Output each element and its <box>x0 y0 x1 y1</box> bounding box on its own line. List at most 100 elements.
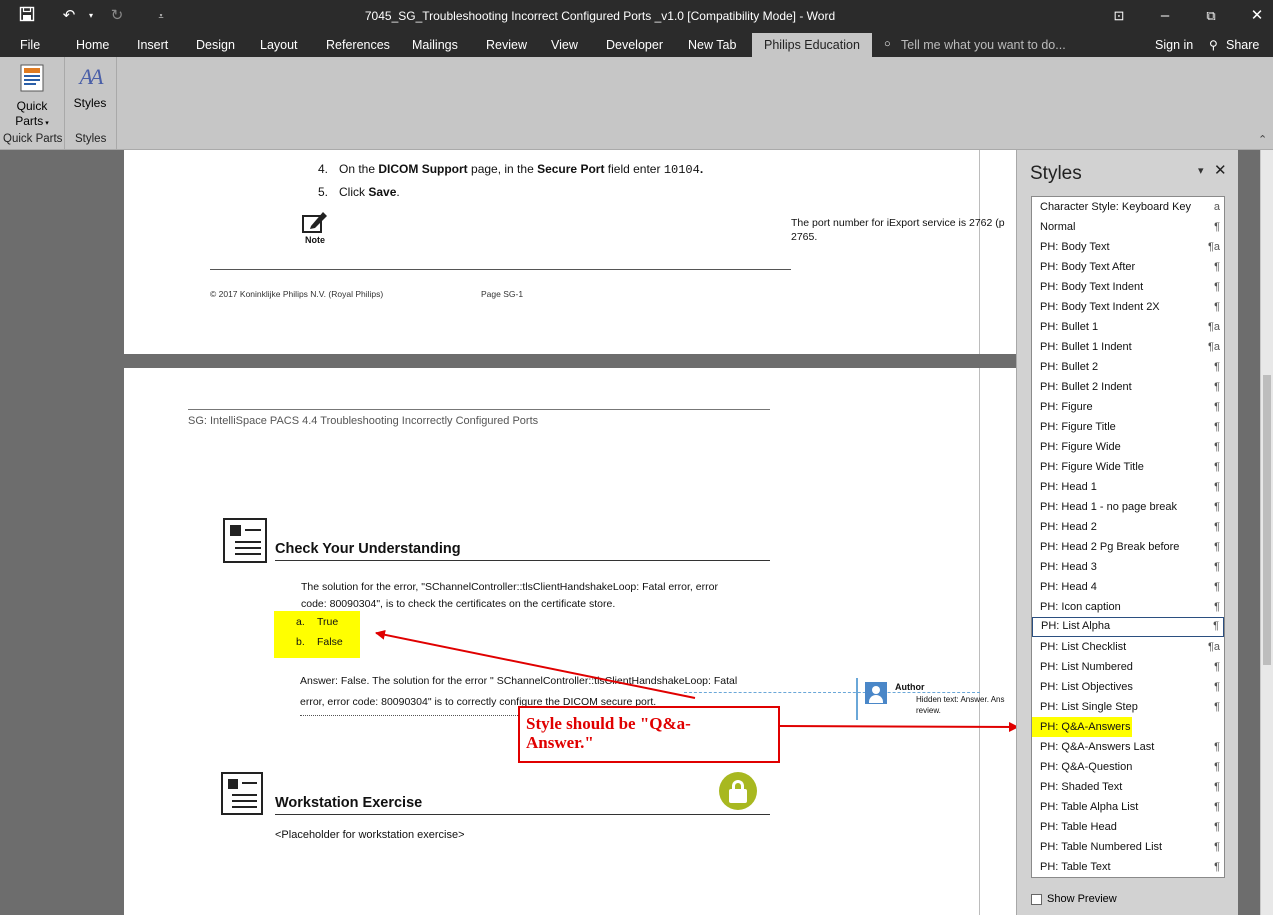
style-item[interactable]: PH: Icon caption ¶ <box>1032 597 1224 617</box>
style-item[interactable]: PH: Bullet 1 Indent ¶a <box>1032 337 1224 357</box>
tab-home[interactable]: Home <box>76 38 109 52</box>
paragraph-style-icon: ¶ <box>1214 861 1220 873</box>
sign-in-link[interactable]: Sign in <box>1155 38 1193 52</box>
style-item[interactable]: PH: Bullet 2 Indent ¶ <box>1032 377 1224 397</box>
style-item[interactable]: PH: Figure Wide ¶ <box>1032 437 1224 457</box>
style-item[interactable]: PH: Shaded Text ¶ <box>1032 777 1224 797</box>
style-item[interactable]: PH: Table Numbered List ¶ <box>1032 837 1224 857</box>
tab-file[interactable]: File <box>20 38 40 52</box>
group-label-quick-parts: Quick Parts <box>3 133 63 145</box>
style-item[interactable]: PH: List Single Step ¶ <box>1032 697 1224 717</box>
style-item[interactable]: PH: Head 1 - no page break ¶ <box>1032 497 1224 517</box>
paragraph-style-icon: ¶ <box>1214 221 1220 233</box>
style-item[interactable]: PH: Q&A-Answers Last ¶ <box>1032 737 1224 757</box>
user-icon: ⚲ <box>1209 38 1218 52</box>
group-divider <box>116 57 117 150</box>
tab-references[interactable]: References <box>326 38 390 52</box>
style-item-label: PH: Head 2 Pg Break before <box>1040 541 1180 553</box>
style-item[interactable]: PH: Figure ¶ <box>1032 397 1224 417</box>
undo-icon[interactable]: ↶ <box>58 6 80 26</box>
paragraph-style-icon: ¶ <box>1214 581 1220 593</box>
group-label-styles: Styles <box>75 133 107 145</box>
style-item[interactable]: PH: Q&A-Answers¶ <box>1032 717 1132 737</box>
tab-philips-education[interactable]: Philips Education <box>752 33 872 57</box>
undo-dropdown-icon[interactable]: ▾ <box>80 6 102 26</box>
quick-parts-button[interactable]: Quick Parts ▾ <box>8 60 56 132</box>
style-item-label: PH: Bullet 1 Indent <box>1040 341 1132 353</box>
scrollbar-thumb[interactable] <box>1263 375 1271 665</box>
style-item-label: PH: Bullet 2 Indent <box>1040 381 1132 393</box>
style-item[interactable]: PH: Q&A-Question ¶ <box>1032 757 1224 777</box>
title-bar: ↶ ▾ ↻ ⩡ 7045_SG_Troubleshooting Incorrec… <box>0 0 1273 33</box>
paragraph-style-icon: ¶ <box>1214 681 1220 693</box>
style-item-label: PH: Table Head <box>1040 821 1117 833</box>
paragraph-style-icon: ¶ <box>1214 441 1220 453</box>
character-style-icon: ¶a <box>1207 321 1220 333</box>
style-item[interactable]: PH: List Objectives ¶ <box>1032 677 1224 697</box>
style-item-label: PH: List Checklist <box>1040 641 1127 653</box>
style-item[interactable]: PH: Head 4 ¶ <box>1032 577 1224 597</box>
style-item-label: PH: Body Text <box>1040 241 1110 253</box>
redo-icon[interactable]: ↻ <box>106 6 128 26</box>
tab-design[interactable]: Design <box>196 38 235 52</box>
collapse-ribbon-icon[interactable]: ⌃ <box>1258 133 1267 146</box>
style-item[interactable]: PH: Body Text Indent 2X ¶ <box>1032 297 1224 317</box>
vertical-scrollbar[interactable] <box>1260 150 1273 915</box>
style-item-label: PH: Q&A-Answers Last <box>1040 741 1155 753</box>
customize-toolbar-icon[interactable]: ⩡ <box>150 6 172 26</box>
paragraph-style-icon: ¶ <box>1214 541 1220 553</box>
tab-new-tab[interactable]: New Tab <box>688 38 736 52</box>
styles-ribbon-button[interactable]: AA Styles <box>70 60 110 120</box>
tab-review[interactable]: Review <box>486 38 527 52</box>
style-item-label: PH: Bullet 1 <box>1040 321 1099 333</box>
style-item[interactable]: PH: Table Alpha List ¶ <box>1032 797 1224 817</box>
style-item-label: PH: Figure Title <box>1040 421 1116 433</box>
tell-me-search[interactable]: Tell me what you want to do... <box>901 38 1066 52</box>
show-preview-label: Show Preview <box>1047 893 1117 905</box>
style-item[interactable]: PH: Figure Title ¶ <box>1032 417 1224 437</box>
style-item[interactable]: PH: Head 2 ¶ <box>1032 517 1224 537</box>
paragraph-style-icon: ¶ <box>1214 481 1220 493</box>
style-item[interactable]: PH: Table Text ¶ <box>1032 857 1224 877</box>
style-item[interactable]: PH: Figure Wide Title ¶ <box>1032 457 1224 477</box>
style-item-label: PH: Table Text <box>1040 861 1111 873</box>
style-item[interactable]: PH: Body Text Indent ¶ <box>1032 277 1224 297</box>
style-item[interactable]: PH: Head 1 ¶ <box>1032 477 1224 497</box>
tab-developer[interactable]: Developer <box>606 38 663 52</box>
tab-insert[interactable]: Insert <box>137 38 168 52</box>
style-item[interactable]: PH: List Checklist ¶a <box>1032 637 1224 657</box>
style-item[interactable]: PH: Bullet 1 ¶a <box>1032 317 1224 337</box>
restore-icon[interactable]: ⧉ <box>1200 6 1222 26</box>
show-preview-checkbox[interactable] <box>1031 894 1042 905</box>
tab-view[interactable]: View <box>551 38 578 52</box>
annotation-callout: Style should be "Q&a- Answer." <box>518 706 780 763</box>
paragraph-style-icon: ¶ <box>1214 801 1220 813</box>
style-item[interactable]: Normal ¶ <box>1032 217 1224 237</box>
share-button[interactable]: Share <box>1226 38 1259 52</box>
paragraph-style-icon: ¶ <box>1213 620 1219 632</box>
style-item[interactable]: PH: Head 2 Pg Break before ¶ <box>1032 537 1224 557</box>
quick-parts-label-2: Parts <box>15 114 44 128</box>
character-style-icon: ¶a <box>1207 341 1220 353</box>
tab-layout[interactable]: Layout <box>260 38 298 52</box>
style-item[interactable]: PH: Body Text ¶a <box>1032 237 1224 257</box>
style-item[interactable]: PH: List Alpha ¶ <box>1032 617 1224 637</box>
close-pane-icon[interactable]: ✕ <box>1214 161 1227 179</box>
style-item-label: PH: List Numbered <box>1040 661 1133 673</box>
style-item-label: PH: Head 3 <box>1040 561 1097 573</box>
paragraph-style-icon: ¶ <box>1214 301 1220 313</box>
paragraph-style-icon: ¶ <box>1214 741 1220 753</box>
pane-options-icon[interactable]: ▾ <box>1198 164 1204 177</box>
close-icon[interactable]: ✕ <box>1246 6 1268 26</box>
style-item[interactable]: PH: Body Text After ¶ <box>1032 257 1224 277</box>
save-icon[interactable] <box>16 6 38 26</box>
style-item[interactable]: PH: Table Head ¶ <box>1032 817 1224 837</box>
style-item[interactable]: PH: Bullet 2 ¶ <box>1032 357 1224 377</box>
ribbon-display-options-icon[interactable]: ⊡ <box>1108 6 1130 26</box>
tab-mailings[interactable]: Mailings <box>412 38 458 52</box>
style-item[interactable]: Character Style: Keyboard Key a <box>1032 197 1224 217</box>
minimize-icon[interactable]: – <box>1154 6 1176 26</box>
style-item[interactable]: PH: Head 3 ¶ <box>1032 557 1224 577</box>
style-item-label: PH: Figure <box>1040 401 1093 413</box>
style-item[interactable]: PH: List Numbered ¶ <box>1032 657 1224 677</box>
